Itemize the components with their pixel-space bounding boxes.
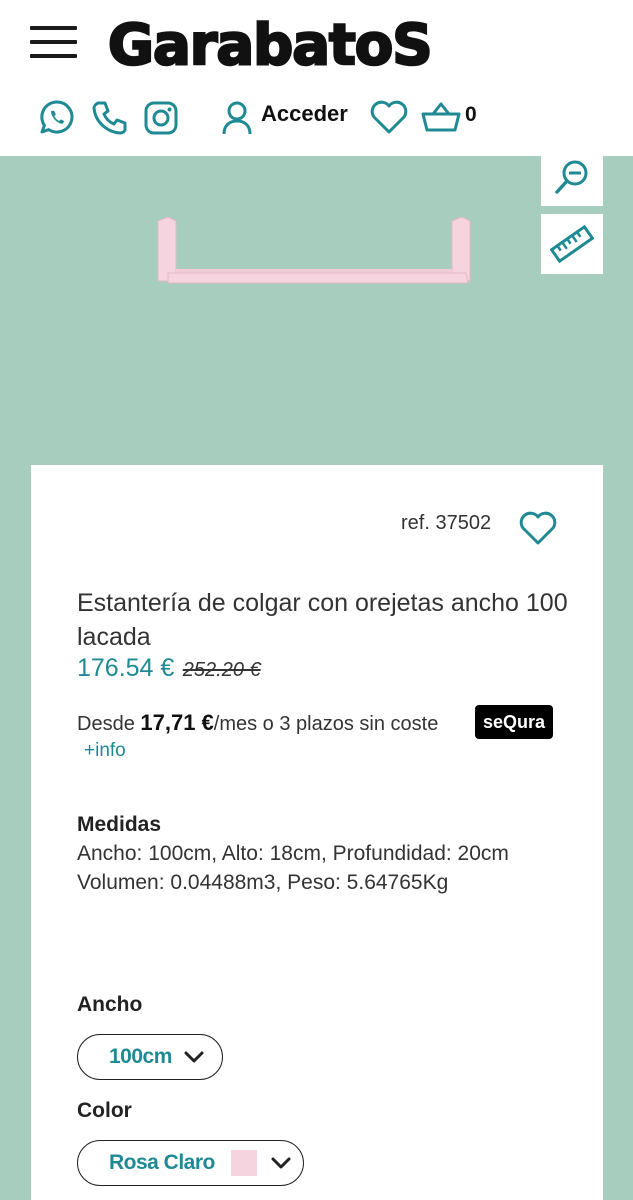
zoom-out-icon (555, 160, 588, 194)
zoom-out-button[interactable] (541, 150, 603, 206)
heart-icon[interactable] (369, 99, 409, 135)
product-price: 176.54 € (77, 654, 175, 682)
financing-prefix: Desde (77, 713, 135, 735)
ruler-icon (550, 224, 594, 264)
add-to-wishlist-button[interactable] (518, 510, 558, 551)
product-card: ref. 37502 Estantería de colgar con orej… (31, 465, 603, 1200)
color-swatch (230, 1150, 257, 1176)
financing-suffix: /mes o 3 plazos sin coste (213, 713, 439, 735)
login-link[interactable]: Acceder (261, 101, 348, 127)
heart-icon (519, 511, 557, 545)
financing-info-link[interactable]: +info (84, 740, 126, 762)
chevron-down-icon (271, 1157, 291, 1169)
color-select-value: Rosa Claro (109, 1151, 215, 1174)
phone-icon[interactable] (90, 99, 128, 137)
product-title: Estantería de colgar con orejetas ancho … (77, 589, 568, 651)
width-select-value: 100cm (109, 1045, 172, 1068)
user-icon[interactable] (219, 99, 255, 137)
brand-logo[interactable]: GarabatoS (104, 6, 500, 80)
measurements-button[interactable] (541, 214, 603, 274)
price-row: 176.54 € 252.20 € (77, 654, 261, 683)
product-gallery[interactable] (0, 150, 633, 465)
measures-heading: Medidas (77, 813, 162, 836)
color-select[interactable]: Rosa Claro (77, 1140, 304, 1186)
basket-icon[interactable] (421, 100, 461, 134)
menu-icon[interactable] (30, 26, 78, 60)
product-ref: ref. 37502 (401, 512, 492, 534)
instagram-icon[interactable] (142, 99, 180, 137)
color-label: Color (77, 1099, 132, 1122)
product-old-price: 252.20 € (182, 659, 261, 681)
financing-text: Desde 17,71 €/mes o 3 plazos sin coste (77, 710, 438, 736)
svg-text:GarabatoS: GarabatoS (108, 13, 432, 78)
measures-line-1: Ancho: 100cm, Alto: 18cm, Profundidad: 2… (77, 842, 509, 865)
chevron-down-icon (184, 1051, 204, 1063)
product-image[interactable] (156, 217, 472, 287)
measures-line-2: Volumen: 0.04488m3, Peso: 5.64765Kg (77, 871, 449, 894)
width-select[interactable]: 100cm (77, 1034, 223, 1080)
sequra-badge[interactable]: seQura (475, 705, 553, 739)
site-header: GarabatoS Acceder 0 (0, 0, 633, 156)
whatsapp-icon[interactable] (38, 99, 76, 137)
cart-count: 0 (465, 103, 477, 126)
width-label: Ancho (77, 993, 143, 1016)
financing-amount: 17,71 € (140, 710, 214, 735)
